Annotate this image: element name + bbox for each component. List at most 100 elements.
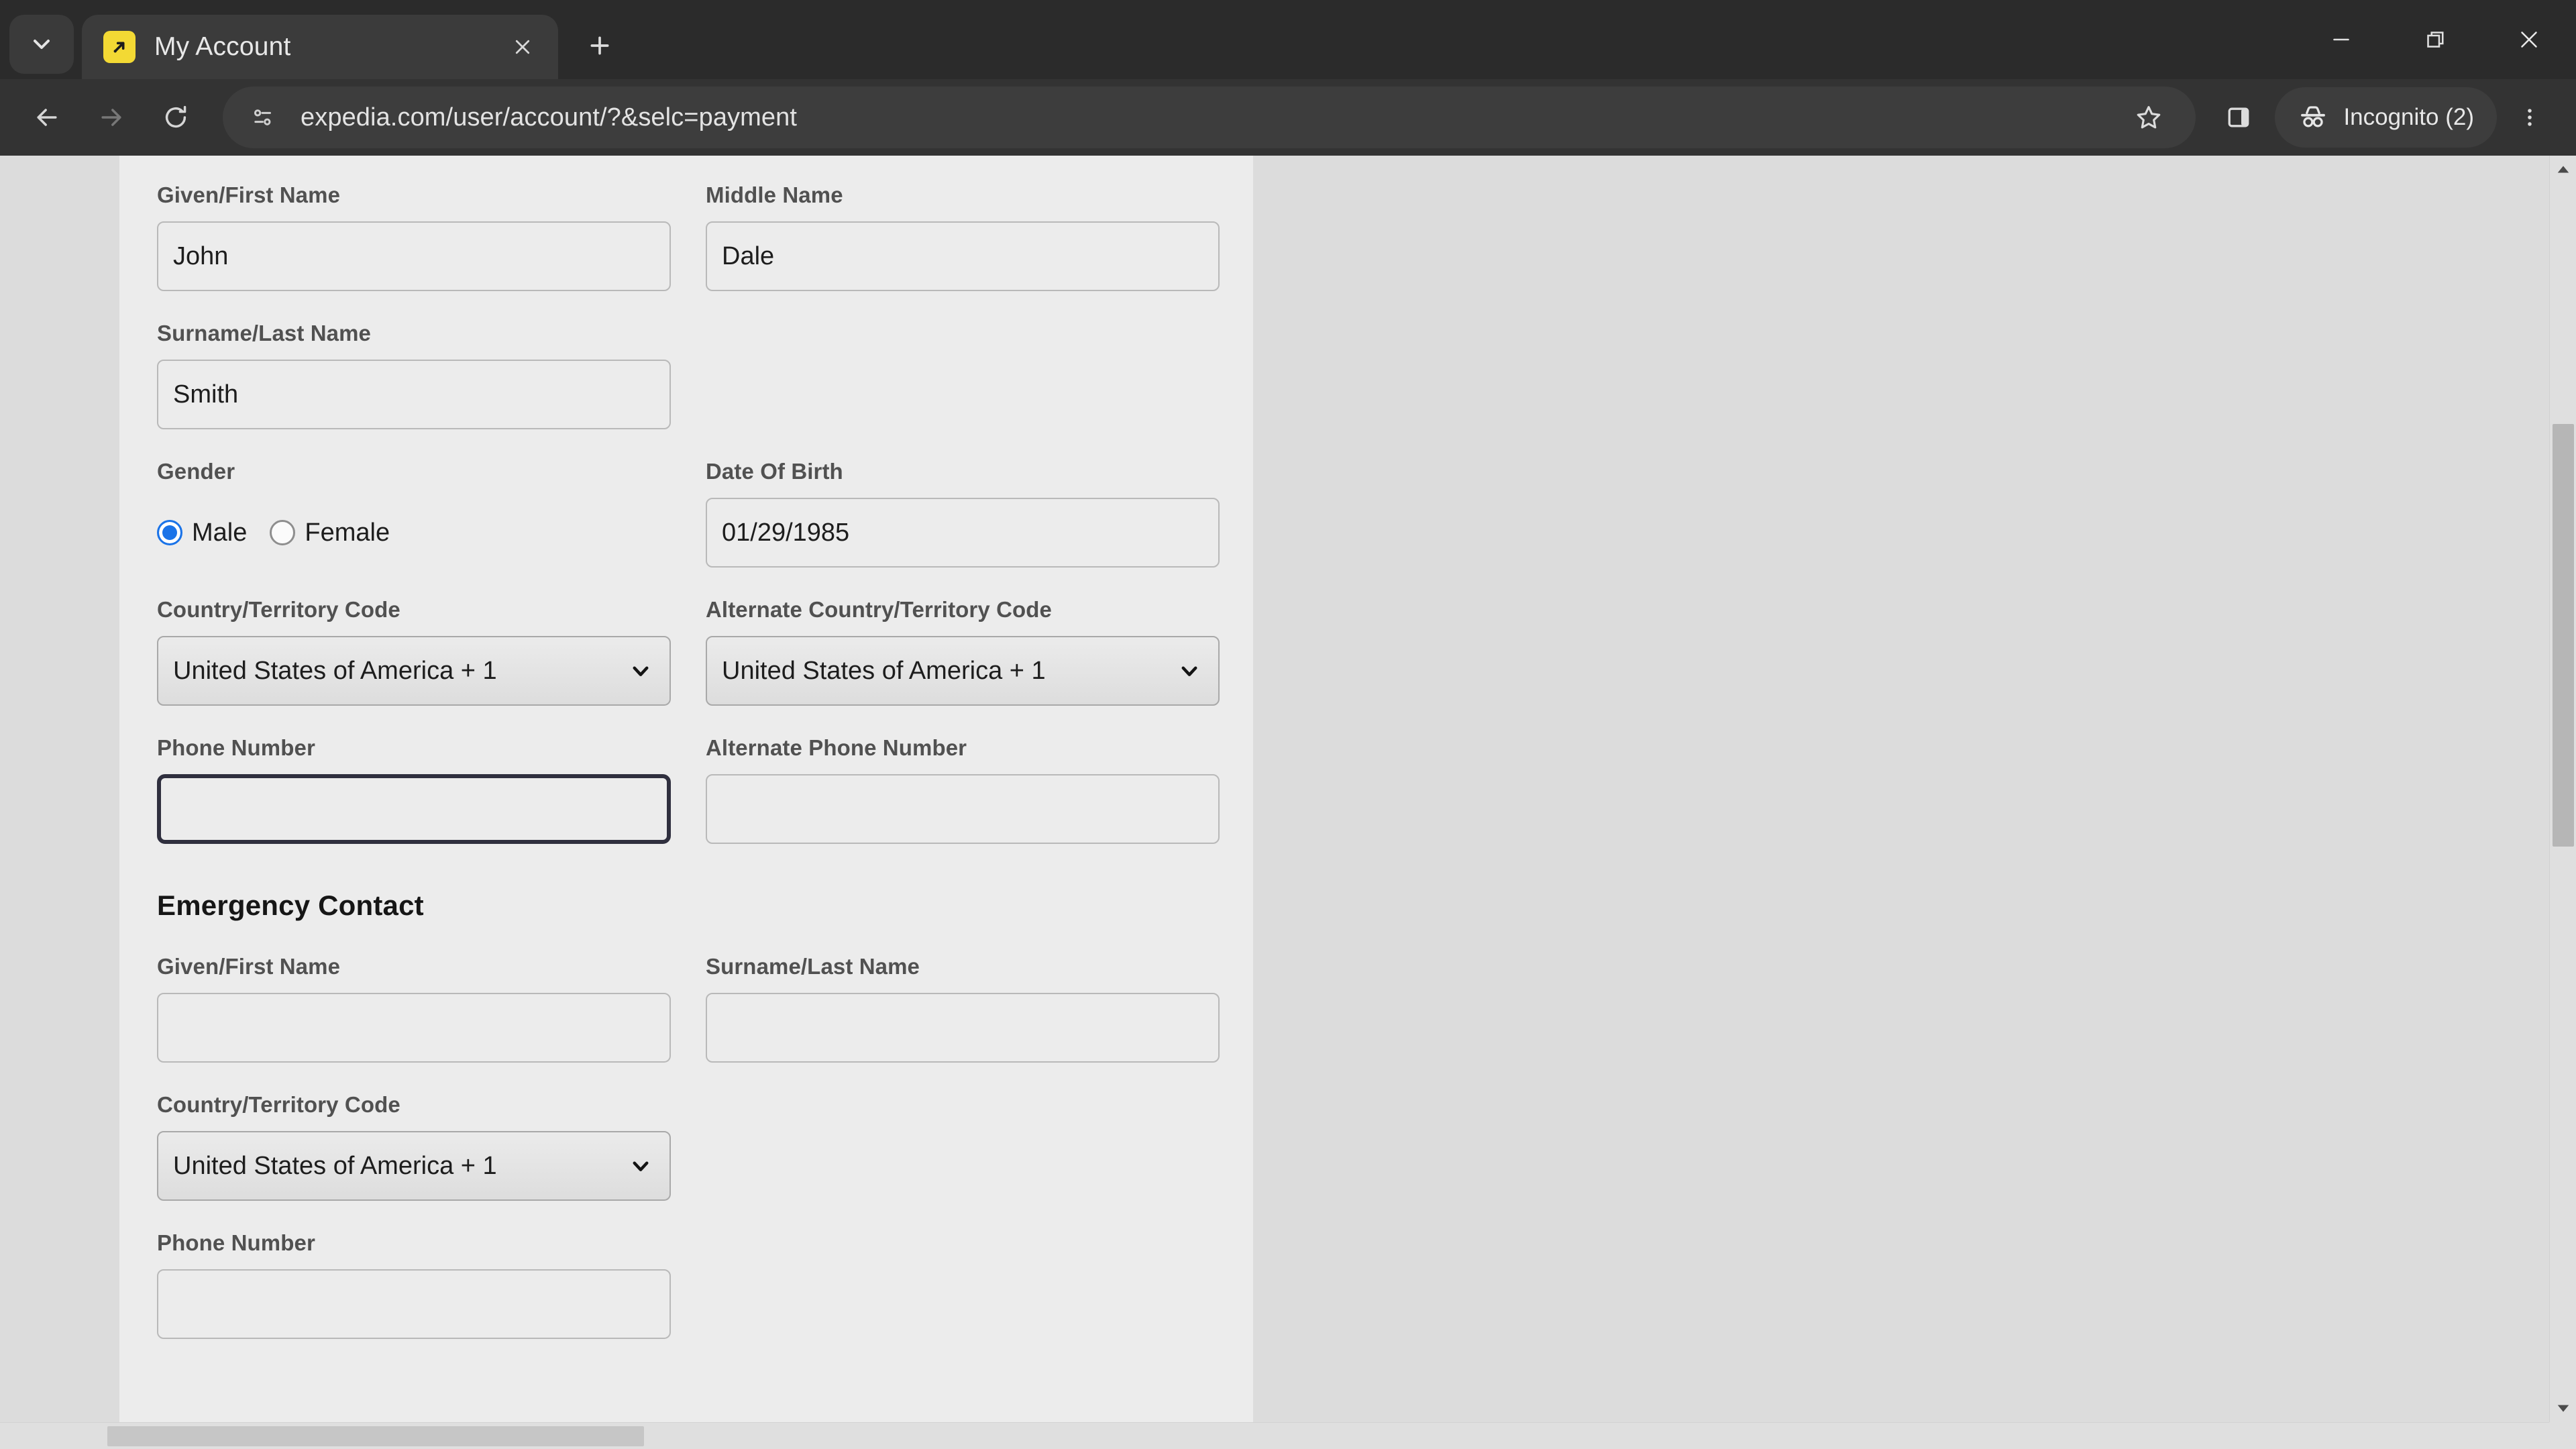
country-code-select[interactable]: United States of America + 1	[157, 636, 671, 706]
chevron-down-icon	[1178, 659, 1201, 682]
triangle-up-icon	[2557, 166, 2569, 173]
horizontal-scrollbar[interactable]	[0, 1422, 2549, 1449]
middle-name-input[interactable]	[706, 221, 1220, 291]
gender-dob-row: Gender Male Female Date Of Birth 01/29/1…	[157, 459, 1253, 568]
restore-icon	[2427, 32, 2444, 48]
site-settings-icon[interactable]	[246, 100, 280, 135]
phone-number-input[interactable]	[157, 774, 671, 844]
account-page: Given/First Name Middle Name Surname/Las…	[0, 156, 2549, 1449]
emergency-country-code-row: Country/Territory Code United States of …	[157, 1092, 1253, 1201]
vertical-scrollbar[interactable]	[2549, 156, 2576, 1422]
side-panel-button[interactable]	[2206, 85, 2271, 150]
address-bar[interactable]: expedia.com/user/account/?&selc=payment	[223, 87, 2196, 148]
scrollbar-corner	[2549, 1422, 2576, 1449]
emergency-phone-number-input[interactable]	[157, 1269, 671, 1339]
emergency-country-code-select[interactable]: United States of America + 1	[157, 1131, 671, 1201]
page-right-gutter	[1253, 156, 2549, 1449]
emergency-name-row: Given/First Name Surname/Last Name	[157, 954, 1253, 1063]
first-name-label: Given/First Name	[157, 182, 341, 207]
plus-icon	[590, 36, 609, 55]
star-icon	[2137, 106, 2161, 129]
reload-button[interactable]	[144, 85, 208, 150]
page-left-gutter	[0, 156, 119, 1449]
window-controls	[2294, 0, 2576, 79]
reload-icon	[165, 105, 186, 128]
emergency-last-name-field-group: Surname/Last Name	[706, 954, 1220, 1063]
emergency-country-code-value: United States of America + 1	[173, 1151, 497, 1180]
browser-window: My Account expedia.com/user/account/?&se…	[0, 0, 2576, 1449]
close-window-button[interactable]	[2482, 0, 2576, 79]
emergency-first-name-input[interactable]	[157, 993, 671, 1063]
emergency-first-name-field-group: Given/First Name	[157, 954, 706, 1063]
scroll-up-button[interactable]	[2550, 156, 2576, 182]
minimize-button[interactable]	[2294, 0, 2388, 79]
url-text: expedia.com/user/account/?&selc=payment	[301, 103, 798, 131]
first-name-field-group: Given/First Name	[157, 182, 706, 291]
country-code-label: Country/Territory Code	[157, 597, 400, 622]
phone-label: Phone Number	[157, 735, 315, 760]
incognito-indicator[interactable]: Incognito (2)	[2275, 87, 2497, 148]
browser-toolbar: expedia.com/user/account/?&selc=payment	[0, 79, 2576, 156]
gender-female-label: Female	[305, 518, 390, 547]
emergency-contact-heading: Emergency Contact	[157, 890, 424, 921]
tab-search-button[interactable]	[9, 15, 74, 74]
emergency-phone-row: Phone Number	[157, 1230, 1253, 1339]
forward-button[interactable]	[79, 85, 144, 150]
alt-phone-label: Alternate Phone Number	[706, 735, 967, 760]
triangle-down-icon	[2557, 1405, 2569, 1412]
gender-male-label: Male	[192, 518, 248, 547]
last-name-input[interactable]	[157, 360, 671, 429]
emergency-phone-label: Phone Number	[157, 1230, 315, 1255]
chevron-down-icon	[629, 1155, 652, 1177]
emergency-contact-section: Emergency Contact Given/First Name Surna…	[157, 890, 1253, 1339]
tab-close-button[interactable]	[504, 29, 541, 65]
country-code-field-group: Country/Territory Code United States of …	[157, 597, 706, 706]
country-code-value: United States of America + 1	[173, 656, 497, 685]
alt-phone-number-input[interactable]	[706, 774, 1220, 844]
tab-title: My Account	[154, 32, 291, 61]
emergency-phone-field-group: Phone Number	[157, 1230, 706, 1339]
page-viewport: Given/First Name Middle Name Surname/Las…	[0, 156, 2576, 1449]
incognito-label: Incognito (2)	[2343, 104, 2474, 130]
account-form-panel: Given/First Name Middle Name Surname/Las…	[119, 156, 1253, 1449]
scroll-down-button[interactable]	[2550, 1395, 2576, 1422]
side-panel-icon	[2229, 107, 2249, 127]
new-tab-button[interactable]	[574, 20, 625, 71]
chrome-menu-button[interactable]	[2501, 85, 2559, 150]
bookmark-star-button[interactable]	[2119, 88, 2178, 147]
middle-name-field-group: Middle Name	[706, 182, 1220, 291]
horizontal-scrollbar-thumb[interactable]	[107, 1426, 644, 1446]
name-row: Given/First Name Middle Name	[157, 182, 1253, 291]
gender-option-male[interactable]: Male	[157, 519, 247, 547]
first-name-input[interactable]	[157, 221, 671, 291]
minimize-icon	[2333, 38, 2349, 41]
back-button[interactable]	[15, 85, 79, 150]
gender-field-group: Gender Male Female	[157, 459, 706, 568]
expedia-favicon-icon	[103, 31, 136, 63]
emergency-last-name-input[interactable]	[706, 993, 1220, 1063]
alt-country-code-select[interactable]: United States of America + 1	[706, 636, 1220, 706]
gender-option-female[interactable]: Female	[270, 519, 390, 547]
radio-selected-icon	[157, 520, 182, 545]
phone-row: Phone Number Alternate Phone Number	[157, 735, 1253, 844]
date-of-birth-input[interactable]	[706, 498, 1220, 568]
close-icon	[515, 40, 530, 54]
arrow-left-icon	[37, 109, 57, 126]
maximize-restore-button[interactable]	[2388, 0, 2482, 79]
surname-row: Surname/Last Name	[157, 321, 1253, 429]
gender-radio-group: Male Female	[157, 498, 706, 568]
chevron-down-icon	[629, 659, 652, 682]
gender-label: Gender	[157, 459, 235, 484]
emergency-country-code-field-group: Country/Territory Code United States of …	[157, 1092, 706, 1201]
tab-strip: My Account	[0, 0, 2576, 79]
arrow-right-icon	[101, 109, 121, 126]
country-code-row: Country/Territory Code United States of …	[157, 597, 1253, 706]
close-icon	[2521, 32, 2537, 48]
last-name-label: Surname/Last Name	[157, 321, 371, 345]
incognito-icon	[2301, 106, 2326, 127]
alt-country-code-field-group: Alternate Country/Territory Code United …	[706, 597, 1220, 706]
tab-my-account[interactable]: My Account	[82, 15, 558, 79]
emergency-first-name-label: Given/First Name	[157, 954, 341, 979]
vertical-scrollbar-thumb[interactable]	[2553, 424, 2574, 847]
chevron-down-icon	[34, 40, 50, 49]
